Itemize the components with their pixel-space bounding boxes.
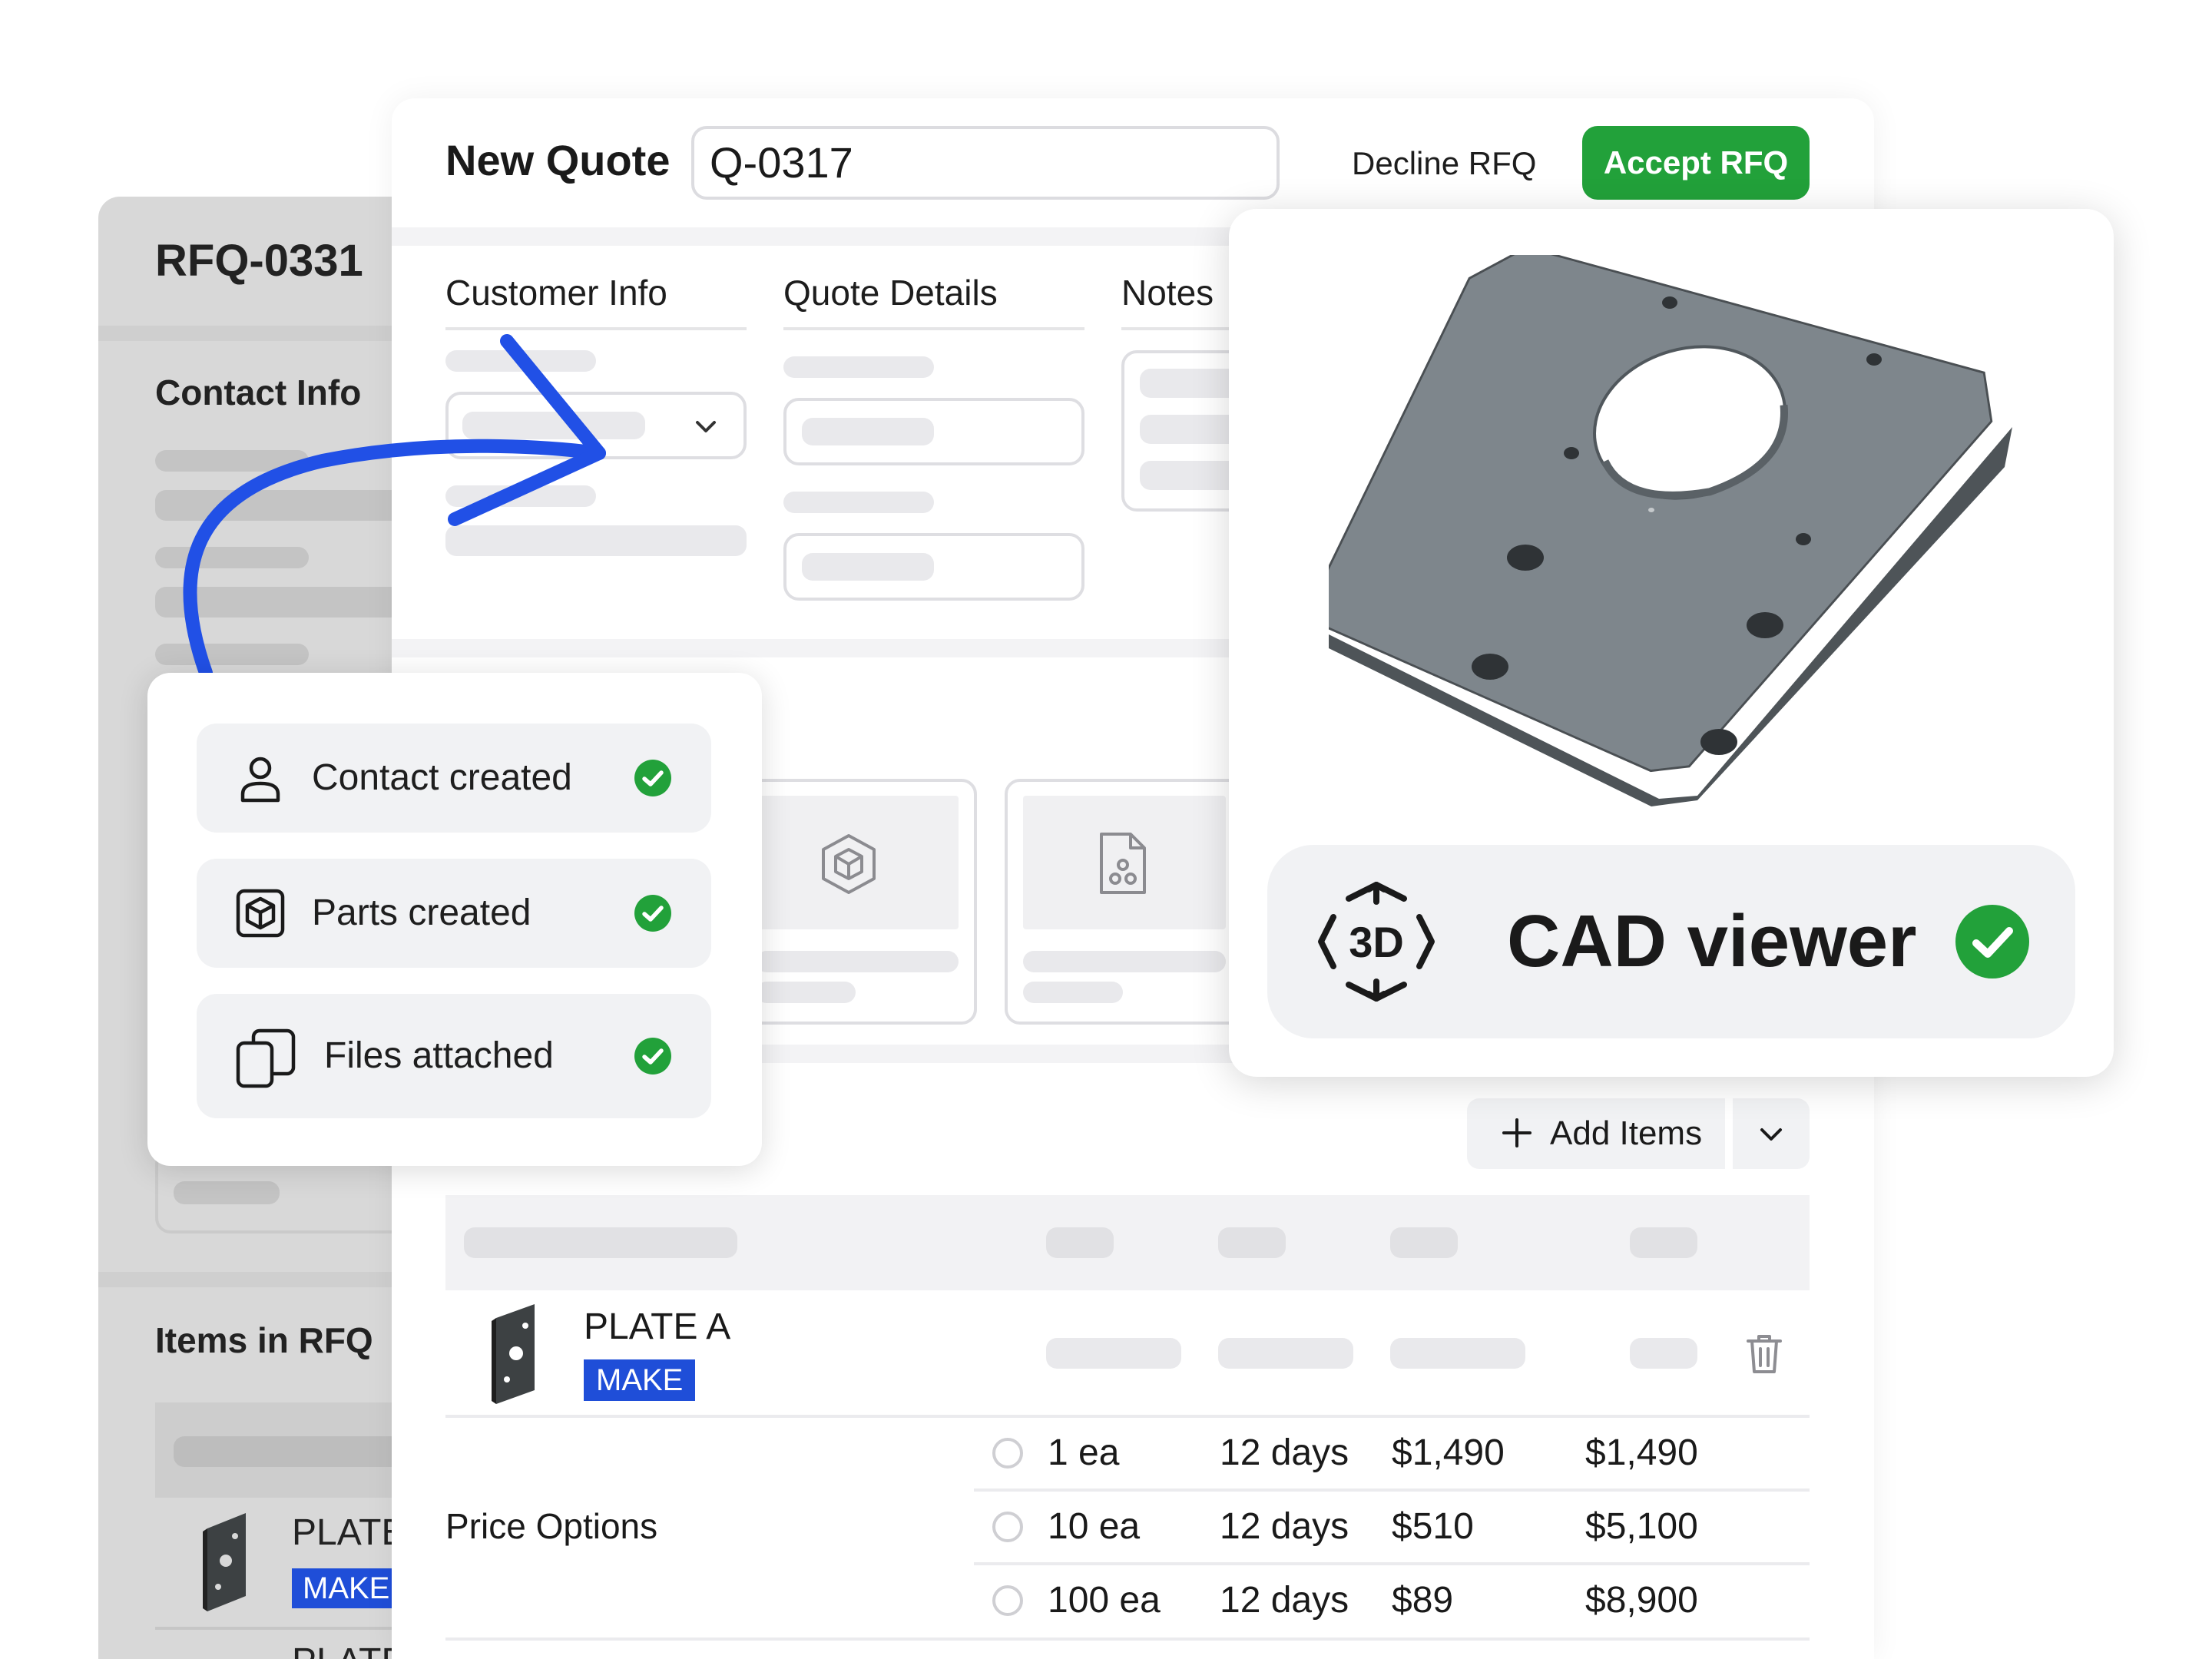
tab-underline bbox=[783, 327, 1084, 330]
accept-rfq-label: Accept RFQ bbox=[1603, 144, 1789, 180]
price-option-total: $1,490 bbox=[1585, 1432, 1698, 1473]
price-options-label: Price Options bbox=[445, 1506, 658, 1546]
checklist-item: Contact created bbox=[197, 724, 711, 833]
tab-underline bbox=[1121, 327, 1229, 330]
file-size-placeholder bbox=[756, 982, 856, 1003]
header-placeholder bbox=[1046, 1227, 1114, 1258]
rfq-item-thumbnail bbox=[200, 1513, 253, 1615]
cad-model-render[interactable] bbox=[1329, 255, 2020, 823]
checklist-item-label: Files attached bbox=[324, 1035, 554, 1076]
header-placeholder bbox=[464, 1227, 737, 1258]
quote-number-value: Q-0317 bbox=[710, 138, 853, 187]
cell-placeholder bbox=[1218, 1338, 1353, 1369]
file-name-placeholder bbox=[1023, 951, 1226, 972]
price-option-total: $8,900 bbox=[1585, 1580, 1698, 1621]
field-placeholder bbox=[802, 553, 934, 581]
rfq-placeholder bbox=[174, 1436, 421, 1467]
add-items-dropdown-button[interactable] bbox=[1733, 1098, 1810, 1169]
accept-rfq-button[interactable]: Accept RFQ bbox=[1582, 126, 1810, 200]
rfq-item-tag: MAKE bbox=[292, 1568, 401, 1608]
field-placeholder bbox=[802, 418, 934, 445]
cube-icon bbox=[817, 833, 880, 899]
price-option-unit: $89 bbox=[1392, 1580, 1454, 1621]
trash-icon[interactable] bbox=[1745, 1332, 1783, 1380]
price-option-qty: 100 ea bbox=[1048, 1580, 1161, 1621]
checklist-item: Files attached bbox=[197, 994, 711, 1118]
label-placeholder bbox=[783, 492, 934, 513]
price-option-lead: 12 days bbox=[1220, 1432, 1349, 1473]
line-item-tag: MAKE bbox=[584, 1359, 696, 1401]
chevron-down-icon[interactable] bbox=[693, 413, 719, 443]
price-option-total: $5,100 bbox=[1585, 1506, 1698, 1547]
rfq-placeholder bbox=[174, 1181, 280, 1204]
tab-quote-details[interactable]: Quote Details bbox=[783, 272, 998, 313]
rfq-divider bbox=[98, 1272, 421, 1287]
cad-viewer-card: 3D CAD viewer bbox=[1229, 209, 2114, 1077]
checklist-card: Contact created Parts created Files atta… bbox=[147, 673, 762, 1166]
3d-icon-text: 3D bbox=[1349, 918, 1404, 966]
decline-rfq-label: Decline RFQ bbox=[1352, 145, 1537, 181]
cell-placeholder bbox=[1630, 1338, 1697, 1369]
price-option-qty: 1 ea bbox=[1048, 1432, 1120, 1473]
header-placeholder bbox=[1390, 1227, 1458, 1258]
row-divider bbox=[445, 1415, 1810, 1418]
files-icon bbox=[235, 1028, 296, 1089]
rfq-divider bbox=[155, 1627, 421, 1630]
check-circle-icon bbox=[1955, 905, 2029, 982]
chevron-down-icon bbox=[1757, 1120, 1785, 1151]
tab-notes[interactable]: Notes bbox=[1121, 272, 1214, 313]
price-option-radio[interactable] bbox=[992, 1438, 1023, 1469]
label-placeholder bbox=[783, 356, 934, 378]
check-circle-icon bbox=[634, 1038, 671, 1075]
row-divider bbox=[974, 1562, 1810, 1565]
price-option-qty: 10 ea bbox=[1048, 1506, 1141, 1547]
price-option-lead: 12 days bbox=[1220, 1580, 1349, 1621]
price-option-unit: $1,490 bbox=[1392, 1432, 1505, 1473]
rfq-item-tag-text: MAKE bbox=[303, 1571, 390, 1605]
file-size-placeholder bbox=[1023, 982, 1123, 1003]
user-icon bbox=[235, 753, 286, 803]
price-option-radio[interactable] bbox=[992, 1512, 1023, 1542]
header-placeholder bbox=[1630, 1227, 1697, 1258]
pdf-file-icon bbox=[1095, 831, 1149, 901]
decline-rfq-button[interactable]: Decline RFQ bbox=[1352, 131, 1536, 197]
price-option-radio[interactable] bbox=[992, 1585, 1023, 1616]
add-items-label: Add Items bbox=[1550, 1114, 1703, 1152]
cad-viewer-badge: 3D CAD viewer bbox=[1267, 845, 2075, 1038]
checklist-item-label: Parts created bbox=[312, 892, 531, 933]
row-divider bbox=[445, 1637, 1810, 1641]
3d-icon: 3D bbox=[1313, 879, 1439, 1008]
cube-box-icon bbox=[235, 888, 286, 939]
row-divider bbox=[974, 1488, 1810, 1492]
plus-icon bbox=[1499, 1115, 1535, 1154]
line-item-name: PLATE A bbox=[584, 1306, 731, 1347]
price-option-unit: $510 bbox=[1392, 1506, 1474, 1547]
cad-viewer-label: CAD viewer bbox=[1507, 900, 1917, 982]
price-option-lead: 12 days bbox=[1220, 1506, 1349, 1547]
header-placeholder bbox=[1218, 1227, 1286, 1258]
line-item-tag-text: MAKE bbox=[596, 1363, 684, 1397]
file-name-placeholder bbox=[756, 951, 959, 972]
quote-number-input[interactable]: Q-0317 bbox=[691, 126, 1280, 200]
line-item-thumbnail bbox=[487, 1304, 541, 1408]
check-circle-icon bbox=[634, 895, 671, 932]
checklist-item: Parts created bbox=[197, 859, 711, 968]
cell-placeholder bbox=[1390, 1338, 1525, 1369]
cell-placeholder bbox=[1046, 1338, 1181, 1369]
rfq-items-heading: Items in RFQ bbox=[155, 1320, 373, 1360]
checklist-item-label: Contact created bbox=[312, 757, 572, 798]
add-items-button[interactable]: Add Items bbox=[1467, 1098, 1725, 1169]
arrow-icon bbox=[183, 334, 606, 680]
check-circle-icon bbox=[634, 760, 671, 796]
